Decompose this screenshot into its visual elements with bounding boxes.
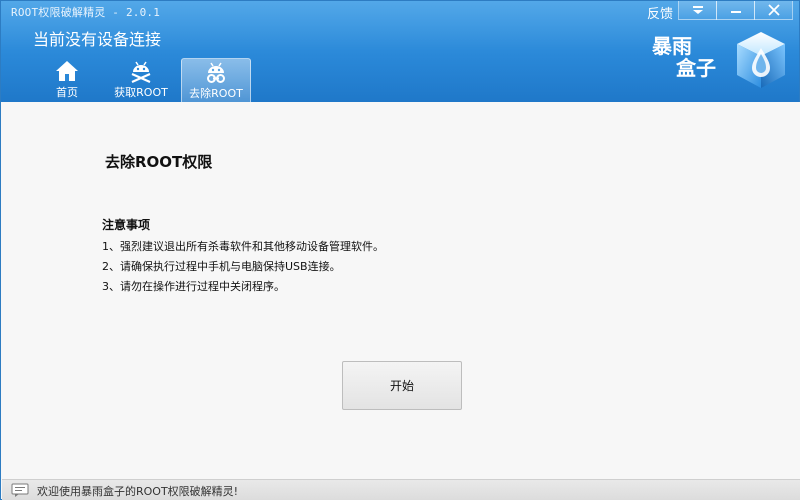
- app-window: ROOT权限破解精灵 - 2.0.1 当前没有设备连接 反馈 首页 获取ROOT…: [0, 0, 800, 500]
- close-icon: [767, 4, 780, 16]
- tab-get-root-label: 获取ROOT: [114, 86, 168, 99]
- brand-logo-text: 暴雨 盒子: [652, 35, 732, 79]
- header-bar: ROOT权限破解精灵 - 2.0.1 当前没有设备连接 反馈 首页 获取ROOT…: [1, 1, 799, 102]
- tab-home-label: 首页: [56, 86, 78, 99]
- tab-remove-root[interactable]: 去除ROOT: [181, 58, 251, 102]
- window-title: ROOT权限破解精灵 - 2.0.1: [11, 6, 161, 19]
- tab-remove-root-label: 去除ROOT: [189, 87, 243, 100]
- minimize-button[interactable]: [716, 1, 755, 20]
- main-content: 去除ROOT权限 注意事项 1、强烈建议退出所有杀毒软件和其他移动设备管理软件。…: [2, 102, 800, 479]
- tab-home[interactable]: 首页: [32, 58, 102, 102]
- note-item: 1、强烈建议退出所有杀毒软件和其他移动设备管理软件。: [102, 240, 384, 253]
- home-icon: [56, 61, 78, 81]
- start-button[interactable]: 开始: [342, 361, 462, 410]
- logo-line-2: 盒子: [676, 56, 716, 80]
- minimize-icon: [730, 11, 741, 13]
- menu-dropdown-icon: [692, 6, 703, 14]
- status-message: 欢迎使用暴雨盒子的ROOT权限破解精灵!: [37, 485, 239, 498]
- note-item: 2、请确保执行过程中手机与电脑保持USB连接。: [102, 260, 341, 273]
- feedback-link[interactable]: 反馈: [647, 3, 673, 22]
- close-button[interactable]: [754, 1, 793, 20]
- brand-cube-logo-icon: [737, 32, 785, 88]
- android-unroot-icon: [207, 62, 225, 83]
- note-item: 3、请勿在操作进行过程中关闭程序。: [102, 280, 285, 293]
- page-title: 去除ROOT权限: [105, 153, 213, 171]
- tab-get-root[interactable]: 获取ROOT: [106, 58, 176, 102]
- status-bar: 欢迎使用暴雨盒子的ROOT权限破解精灵!: [2, 479, 800, 500]
- message-icon: [11, 483, 29, 497]
- android-root-icon: [131, 61, 151, 84]
- window-controls: [678, 1, 793, 21]
- logo-line-1: 暴雨: [652, 34, 692, 58]
- device-status: 当前没有设备连接: [33, 30, 162, 49]
- menu-button[interactable]: [678, 1, 717, 20]
- notes-title: 注意事项: [102, 218, 151, 232]
